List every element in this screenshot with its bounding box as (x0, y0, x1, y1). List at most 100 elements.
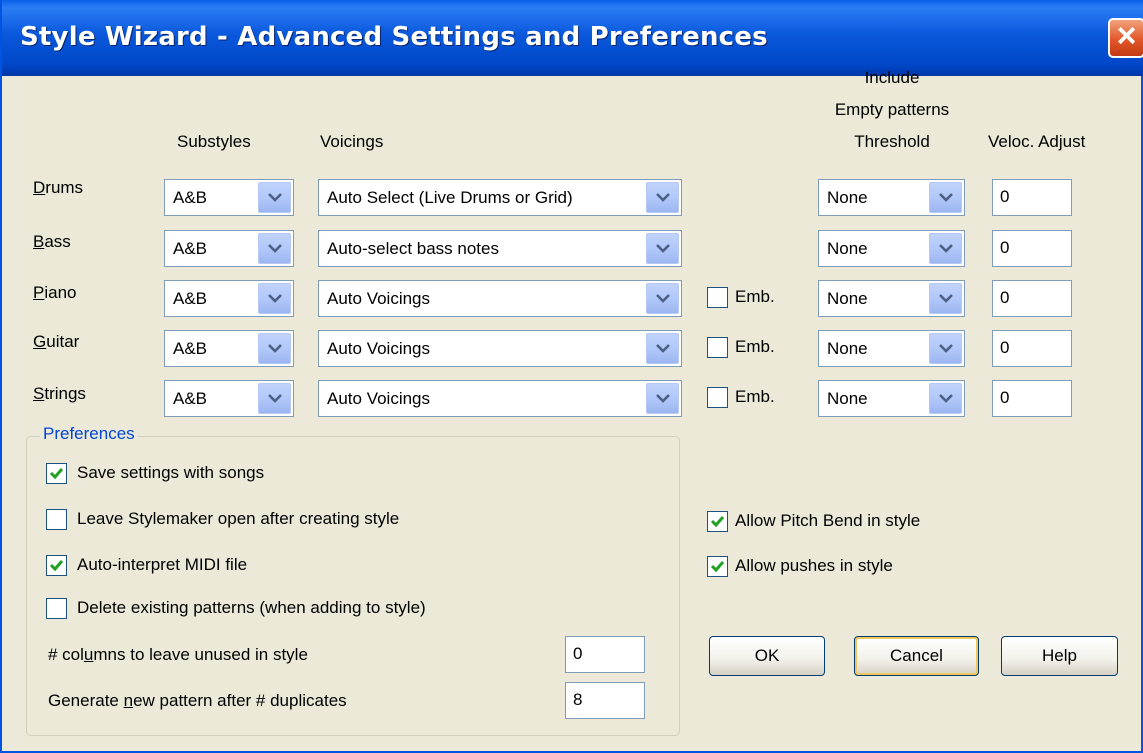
chevron-down-icon[interactable] (258, 333, 291, 364)
bass-substyle-value: A&B (173, 239, 208, 258)
piano-threshold-select[interactable]: None (818, 280, 965, 317)
leave-open-checkbox[interactable] (46, 509, 67, 530)
header-threshold-line3: Threshold (854, 132, 930, 151)
drums-threshold-select[interactable]: None (818, 179, 965, 216)
drums-substyle-value: A&B (173, 188, 208, 207)
chevron-down-icon[interactable] (646, 333, 679, 364)
bass-threshold-select[interactable]: None (818, 230, 965, 267)
bass-veloc-value: 0 (1000, 238, 1010, 257)
checkmark-icon (49, 468, 64, 480)
window-title: Style Wizard - Advanced Settings and Pre… (20, 22, 768, 52)
row-label-bass: Bass (33, 232, 71, 251)
dialog-body: Substyles Voicings Include Empty pattern… (2, 58, 1141, 751)
chevron-down-icon[interactable] (646, 283, 679, 314)
chevron-down-icon[interactable] (258, 283, 291, 314)
chevron-down-icon[interactable] (646, 383, 679, 414)
chevron-down-icon[interactable] (929, 383, 962, 414)
strings-voicing-value: Auto Voicings (327, 389, 431, 408)
guitar-emb-label: Emb. (735, 337, 775, 356)
new-pattern-label: Generate new pattern after # duplicates (48, 691, 347, 710)
header-substyles: Substyles (177, 132, 251, 151)
guitar-substyle-value: A&B (173, 339, 208, 358)
guitar-veloc-input[interactable]: 0 (992, 330, 1072, 367)
bass-veloc-input[interactable]: 0 (992, 230, 1072, 267)
piano-emb-checkbox[interactable] (707, 287, 728, 308)
guitar-voicing-value: Auto Voicings (327, 339, 431, 358)
bass-substyle-select[interactable]: A&B (164, 230, 294, 267)
strings-veloc-input[interactable]: 0 (992, 380, 1072, 417)
guitar-emb-checkbox[interactable] (707, 337, 728, 358)
drums-substyle-select[interactable]: A&B (164, 179, 294, 216)
strings-voicing-select[interactable]: Auto Voicings (318, 380, 682, 417)
columns-unused-label: # columns to leave unused in style (48, 645, 308, 664)
dialog-window: Style Wizard - Advanced Settings and Pre… (0, 0, 1143, 753)
header-voicings: Voicings (320, 132, 384, 151)
new-pattern-value: 8 (573, 690, 583, 709)
drums-threshold-value: None (827, 188, 868, 207)
row-label-strings: Strings (33, 384, 86, 403)
chevron-down-icon[interactable] (929, 333, 962, 364)
checkmark-icon (710, 561, 725, 573)
guitar-threshold-select[interactable]: None (818, 330, 965, 367)
drums-voicing-select[interactable]: Auto Select (Live Drums or Grid) (318, 179, 682, 216)
chevron-down-icon[interactable] (646, 233, 679, 264)
drums-veloc-value: 0 (1000, 187, 1010, 206)
columns-unused-input[interactable]: 0 (565, 636, 645, 673)
chevron-down-icon[interactable] (929, 182, 962, 213)
piano-emb-label: Emb. (735, 287, 775, 306)
strings-veloc-value: 0 (1000, 388, 1010, 407)
strings-substyle-value: A&B (173, 389, 208, 408)
columns-unused-value: 0 (573, 644, 583, 663)
drums-voicing-value: Auto Select (Live Drums or Grid) (327, 188, 573, 207)
chevron-down-icon[interactable] (646, 182, 679, 213)
checkmark-icon (49, 560, 64, 572)
close-icon: × (1116, 17, 1137, 55)
delete-existing-checkbox[interactable] (46, 598, 67, 619)
delete-existing-label: Delete existing patterns (when adding to… (77, 598, 426, 617)
row-label-piano: Piano (33, 283, 77, 302)
chevron-down-icon[interactable] (929, 233, 962, 264)
piano-substyle-value: A&B (173, 289, 208, 308)
piano-veloc-value: 0 (1000, 288, 1010, 307)
piano-substyle-select[interactable]: A&B (164, 280, 294, 317)
piano-voicing-select[interactable]: Auto Voicings (318, 280, 682, 317)
header-threshold-line1: Include (864, 68, 920, 87)
piano-veloc-input[interactable]: 0 (992, 280, 1072, 317)
pushes-label: Allow pushes in style (735, 556, 893, 575)
leave-open-label: Leave Stylemaker open after creating sty… (77, 509, 400, 528)
row-label-drums: Drums (33, 178, 84, 197)
checkmark-icon (710, 516, 725, 528)
preferences-group-title: Preferences (40, 424, 138, 444)
guitar-veloc-value: 0 (1000, 338, 1010, 357)
new-pattern-input[interactable]: 8 (565, 682, 645, 719)
chevron-down-icon[interactable] (258, 233, 291, 264)
piano-threshold-value: None (827, 289, 868, 308)
pitch-bend-checkbox[interactable] (707, 511, 728, 532)
row-label-guitar: Guitar (33, 332, 80, 351)
strings-threshold-value: None (827, 389, 868, 408)
bass-voicing-select[interactable]: Auto-select bass notes (318, 230, 682, 267)
guitar-threshold-value: None (827, 339, 868, 358)
bass-threshold-value: None (827, 239, 868, 258)
auto-interpret-checkbox[interactable] (46, 555, 67, 576)
ok-button[interactable]: OK (709, 636, 825, 676)
cancel-button[interactable]: Cancel (854, 636, 979, 676)
close-button[interactable]: × (1108, 17, 1143, 58)
strings-threshold-select[interactable]: None (818, 380, 965, 417)
chevron-down-icon[interactable] (258, 182, 291, 213)
bass-voicing-value: Auto-select bass notes (327, 239, 499, 258)
header-threshold-line2: Empty patterns (834, 100, 950, 119)
guitar-substyle-select[interactable]: A&B (164, 330, 294, 367)
piano-voicing-value: Auto Voicings (327, 289, 431, 308)
chevron-down-icon[interactable] (929, 283, 962, 314)
strings-substyle-select[interactable]: A&B (164, 380, 294, 417)
pushes-checkbox[interactable] (707, 556, 728, 577)
guitar-voicing-select[interactable]: Auto Voicings (318, 330, 682, 367)
chevron-down-icon[interactable] (258, 383, 291, 414)
strings-emb-checkbox[interactable] (707, 387, 728, 408)
save-settings-checkbox[interactable] (46, 463, 67, 484)
drums-veloc-input[interactable]: 0 (992, 179, 1072, 216)
help-button[interactable]: Help (1001, 636, 1118, 676)
strings-emb-label: Emb. (735, 387, 775, 406)
auto-interpret-label: Auto-interpret MIDI file (77, 555, 248, 574)
